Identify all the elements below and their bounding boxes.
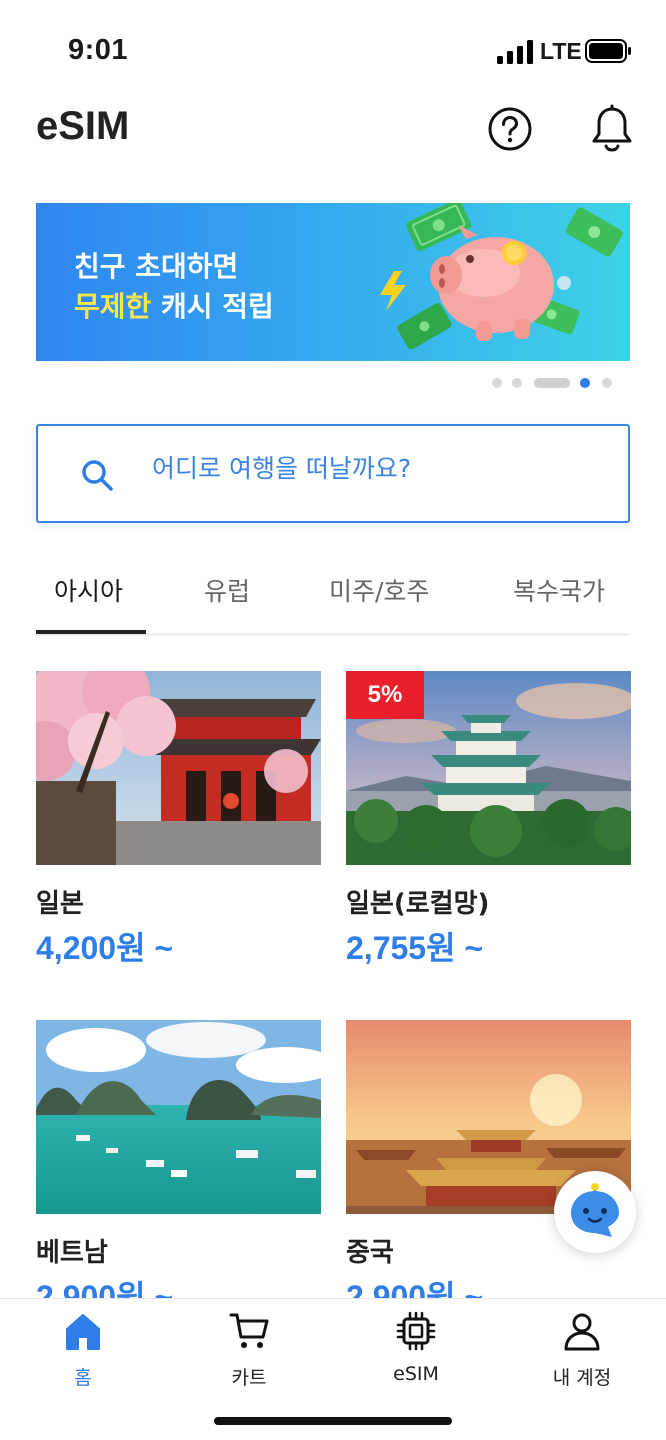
tab-multi-country[interactable]: 복수국가 (513, 572, 605, 608)
pagination-dot-active (580, 378, 590, 388)
nav-label: 카트 (231, 1367, 267, 1389)
pagination-dot (512, 378, 522, 388)
discount-badge: 5% (346, 671, 424, 719)
tab-europe[interactable]: 유럽 (204, 572, 250, 608)
active-tab-indicator (36, 630, 146, 634)
help-circle-icon[interactable] (487, 106, 533, 152)
chip-icon (396, 1311, 436, 1351)
nav-label: 내 계정 (552, 1367, 612, 1389)
search-box[interactable] (36, 424, 630, 523)
chatbot-icon (571, 1183, 619, 1237)
user-icon (564, 1313, 600, 1351)
region-tabs: 아시아 유럽 미주/호주 복수국가 (36, 560, 630, 636)
pagination-dot (534, 378, 570, 388)
banner-title-line1: 친구 초대하면 (74, 250, 239, 283)
product-name: 베트남 (36, 1238, 108, 1268)
vietnam-bay-image (36, 1020, 321, 1214)
banner-pagination (490, 376, 620, 390)
promo-banner[interactable]: 친구 초대하면 무제한 캐시 적립 (36, 203, 630, 361)
bottom-navigation: 홈 카트 eSIM 내 계정 (0, 1298, 666, 1440)
chatbot-button[interactable] (554, 1171, 636, 1253)
pagination-dot (602, 378, 612, 388)
nav-cart[interactable]: 카트 (189, 1309, 309, 1389)
banner-highlight: 무제한 (74, 290, 152, 323)
nav-account[interactable]: 내 계정 (522, 1309, 642, 1389)
search-input[interactable] (152, 454, 592, 483)
japan-temple-image (36, 671, 321, 865)
home-indicator (214, 1417, 452, 1425)
signal-icon (497, 40, 535, 64)
status-bar: 9:01 LTE (0, 0, 666, 100)
piggy-bank-illustration (380, 203, 623, 350)
nav-label: 홈 (74, 1367, 92, 1389)
tab-americas-oceania[interactable]: 미주/호주 (329, 572, 429, 608)
product-price: 4,200원 ~ (36, 930, 174, 966)
banner-title-line2: 무제한 캐시 적립 (74, 285, 274, 325)
nav-home[interactable]: 홈 (23, 1309, 143, 1389)
battery-icon (585, 39, 631, 63)
product-price: 2,755원 ~ (346, 930, 484, 966)
banner-title-rest: 캐시 적립 (151, 290, 274, 323)
network-type: LTE (540, 38, 582, 64)
product-name: 중국 (346, 1238, 394, 1268)
cart-icon (229, 1313, 269, 1348)
nav-label: eSIM (393, 1363, 439, 1385)
status-time: 9:01 (68, 34, 129, 66)
product-name: 일본 (36, 889, 84, 919)
tab-asia[interactable]: 아시아 (54, 572, 123, 608)
bell-icon[interactable] (589, 104, 635, 152)
pagination-dot (492, 378, 502, 388)
product-name: 일본(로컬망) (346, 889, 490, 919)
page-title: eSIM (36, 104, 130, 148)
home-icon (66, 1314, 100, 1350)
nav-esim[interactable]: eSIM (356, 1309, 476, 1389)
search-icon (82, 460, 113, 491)
